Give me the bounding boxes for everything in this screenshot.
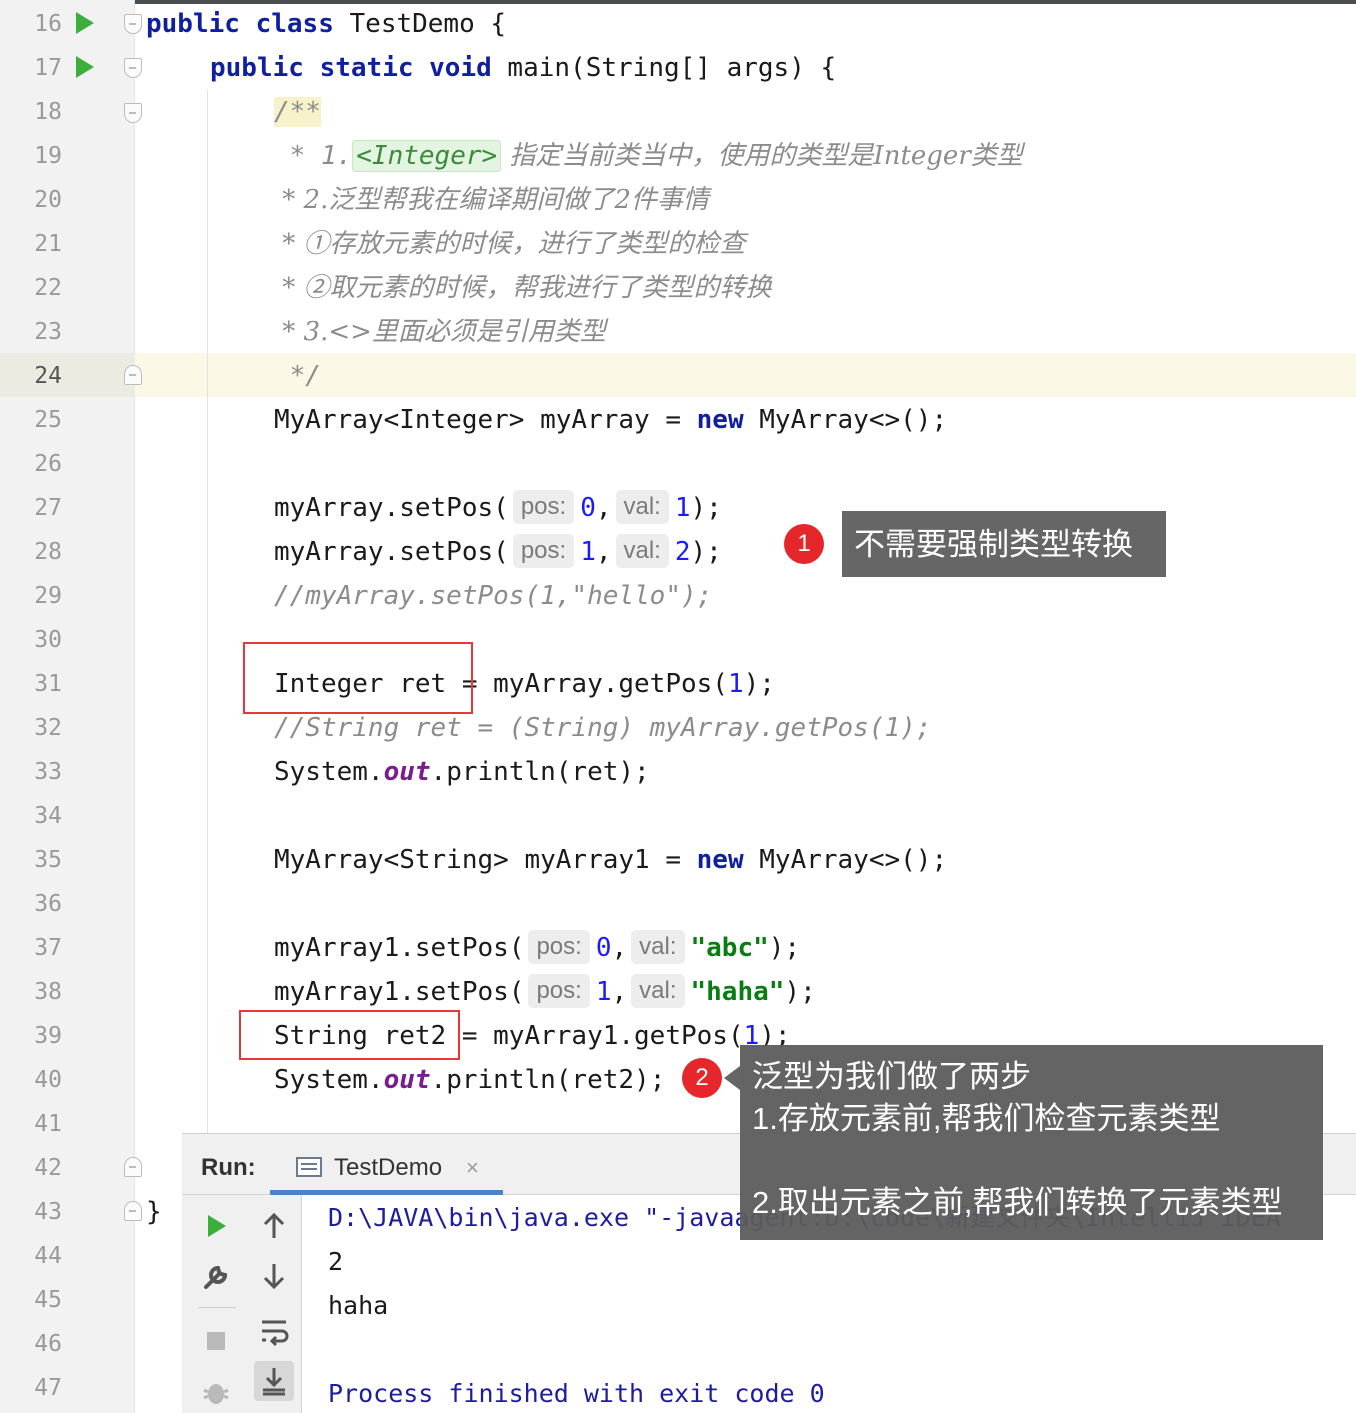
highlight-box-integer-ret — [243, 642, 473, 714]
line-number: 43 — [34, 1199, 62, 1225]
console-output-line: haha — [328, 1291, 389, 1320]
param-hint-pos: pos: — [528, 974, 590, 1008]
annotation-badge: 2 — [682, 1058, 722, 1098]
run-main-icon[interactable] — [76, 56, 94, 78]
doc-comment-line: * ②取元素的时候，帮我进行了类型的转换 — [274, 273, 772, 303]
fold-icon[interactable] — [124, 103, 142, 123]
console-icon — [296, 1157, 322, 1177]
line-number: 26 — [34, 451, 62, 477]
line-number: 18 — [34, 99, 62, 125]
editor-gutter: 16 17 18 19 20 21 22 23 24 25 26 27 28 2… — [0, 0, 135, 1413]
up-arrow-icon[interactable] — [256, 1208, 292, 1244]
doc-comment-line: * 2.泛型帮我在编译期间做了2件事情 — [274, 185, 709, 215]
param-hint-pos: pos: — [528, 930, 590, 964]
highlight-box-string-ret2 — [239, 1010, 460, 1060]
line-number: 39 — [34, 1023, 62, 1049]
code-line-37: myArray1.setPos(pos: 0, val: "abc"); — [274, 926, 800, 970]
doc-comment-open: /** — [274, 97, 321, 127]
line-number: 23 — [34, 319, 62, 345]
fold-icon[interactable] — [124, 365, 142, 385]
param-hint-val: val: — [631, 930, 685, 964]
toolbar-separator — [198, 1307, 236, 1308]
line-number: 35 — [34, 847, 62, 873]
console-exit-line: Process finished with exit code 0 — [328, 1379, 825, 1408]
fold-icon[interactable] — [124, 58, 142, 78]
line-number: 37 — [34, 935, 62, 961]
line-number: 44 — [34, 1243, 62, 1269]
debug-icon[interactable] — [198, 1374, 234, 1410]
line-number: 42 — [34, 1155, 62, 1181]
annotation-callout: 不需要强制类型转换 — [842, 511, 1166, 577]
code-line-28: myArray.setPos(pos: 1, val: 2); — [274, 530, 722, 574]
line-comment: //myArray.setPos(1,"hello"); — [274, 581, 713, 611]
code-line-35: MyArray<String> myArray1 = new MyArray<>… — [274, 845, 948, 875]
doc-comment-line: * 1. <Integer> 指定当前类当中，使用的类型是Integer类型 — [274, 140, 1023, 172]
console-output-line: 2 — [328, 1247, 344, 1276]
code-line-27: myArray.setPos(pos: 0, val: 1); — [274, 486, 722, 530]
current-line-highlight — [0, 353, 1356, 397]
annotation-callout: 泛型为我们做了两步 1.存放元素前,帮我们检查元素类型 2.取出元素之前,帮我们… — [740, 1045, 1323, 1240]
fold-icon[interactable] — [124, 1157, 142, 1177]
stop-icon[interactable] — [198, 1323, 234, 1359]
line-number: 41 — [34, 1111, 62, 1137]
line-number: 27 — [34, 495, 62, 521]
code-line-33: System.out.println(ret); — [274, 757, 650, 787]
line-number: 20 — [34, 187, 62, 213]
line-number: 40 — [34, 1067, 62, 1093]
code-line-40: System.out.println(ret2); — [274, 1065, 666, 1095]
code-line-38: myArray1.setPos(pos: 1, val: "haha"); — [274, 970, 816, 1014]
callout-line: 泛型为我们做了两步 — [752, 1059, 1031, 1094]
line-number: 19 — [34, 143, 62, 169]
line-number: 45 — [34, 1287, 62, 1313]
line-number: 21 — [34, 231, 62, 257]
doc-comment-close: */ — [274, 361, 321, 391]
line-number: 31 — [34, 671, 62, 697]
callout-line: 1.存放元素前,帮我们检查元素类型 — [752, 1101, 1221, 1136]
line-number: 47 — [34, 1375, 62, 1401]
line-number: 32 — [34, 715, 62, 741]
soft-wrap-icon[interactable] — [256, 1313, 292, 1349]
line-number: 25 — [34, 407, 62, 433]
current-line-number: 24 — [34, 363, 62, 389]
tab-testdemo[interactable]: TestDemo × — [270, 1134, 503, 1195]
doc-comment-line: * 3.<>里面必须是引用类型 — [274, 317, 606, 347]
run-toolbar — [182, 1195, 302, 1413]
line-number: 22 — [34, 275, 62, 301]
callout-line: 2.取出元素之前,帮我们转换了元素类型 — [752, 1185, 1283, 1220]
param-hint-val: val: — [615, 534, 669, 568]
line-number: 16 — [34, 11, 62, 37]
wrench-icon[interactable] — [198, 1258, 234, 1294]
run-icon[interactable] — [198, 1208, 234, 1244]
scroll-to-end-icon[interactable] — [254, 1361, 294, 1401]
param-hint-val: val: — [615, 490, 669, 524]
line-number: 28 — [34, 539, 62, 565]
run-label: Run: — [201, 1154, 256, 1181]
param-hint-pos: pos: — [512, 490, 575, 524]
code-line-17: public static void main(String[] args) { — [210, 53, 837, 83]
line-number: 17 — [34, 55, 62, 81]
line-number: 34 — [34, 803, 62, 829]
active-tab-indicator — [270, 1190, 503, 1195]
callout-pointer — [724, 1066, 740, 1090]
doc-comment-line: * ①存放元素的时候，进行了类型的检查 — [274, 229, 746, 259]
param-hint-val: val: — [631, 974, 685, 1008]
fold-icon[interactable] — [124, 14, 142, 34]
line-number: 29 — [34, 583, 62, 609]
line-number: 46 — [34, 1331, 62, 1357]
annotation-badge: 1 — [784, 524, 824, 564]
code-line-25: MyArray<Integer> myArray = new MyArray<>… — [274, 405, 948, 435]
line-number: 30 — [34, 627, 62, 653]
code-line-16: public class TestDemo { — [146, 9, 507, 39]
line-number: 33 — [34, 759, 62, 785]
fold-icon[interactable] — [124, 1201, 142, 1221]
closing-brace: } — [146, 1197, 162, 1227]
line-number: 36 — [34, 891, 62, 917]
run-class-icon[interactable] — [76, 12, 94, 34]
line-number: 38 — [34, 979, 62, 1005]
param-hint-pos: pos: — [512, 534, 575, 568]
down-arrow-icon[interactable] — [256, 1258, 292, 1294]
indent-guide — [207, 90, 208, 1133]
